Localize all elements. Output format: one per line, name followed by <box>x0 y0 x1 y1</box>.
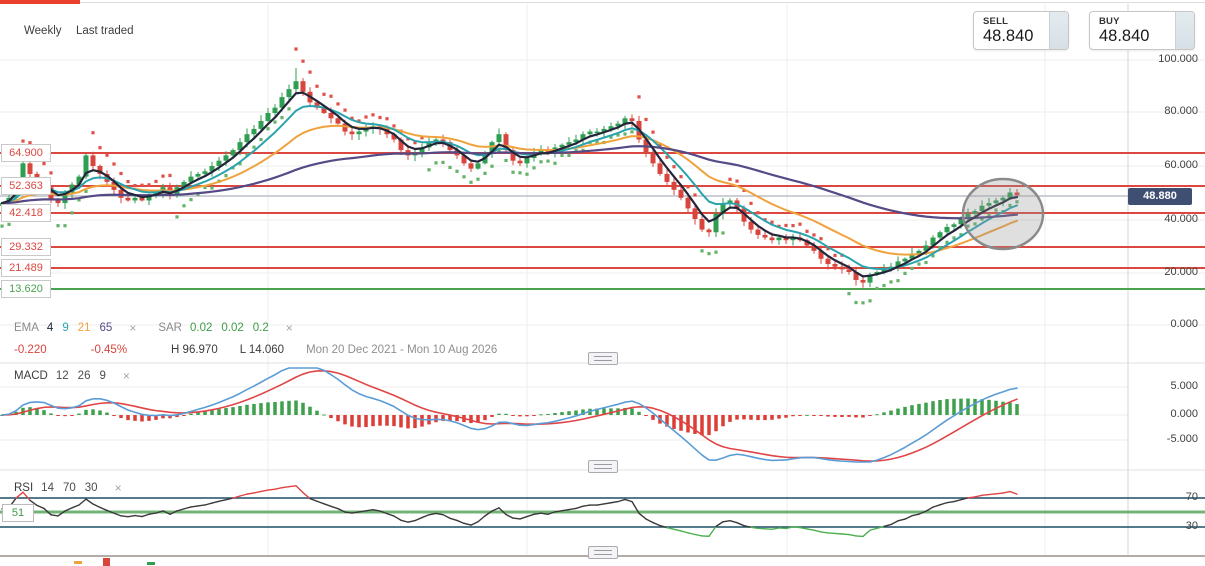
bottom-pane-mark <box>74 561 82 564</box>
sar-param-start: 0.02 <box>221 322 243 334</box>
sar-param-step: 0.02 <box>190 322 212 334</box>
sar-dots-group <box>0 47 1018 304</box>
ema21-line <box>2 126 1017 255</box>
sell-button[interactable]: SELL 48.840 <box>973 11 1069 50</box>
axis-tick-label: 5.000 <box>1128 380 1204 392</box>
current-price-badge: 48.880 <box>1128 188 1192 205</box>
macd-close-icon[interactable]: × <box>123 369 130 383</box>
macd-name: MACD <box>14 370 48 382</box>
price-level-label: 29.332 <box>1 238 51 256</box>
timeframe-selector[interactable]: Weekly <box>24 25 62 37</box>
buy-label: BUY <box>1099 16 1120 27</box>
sell-price: 48.840 <box>983 27 1033 46</box>
macd-slow-period: 26 <box>78 370 91 382</box>
rsi-upper-level: 70 <box>63 482 76 494</box>
macd-fast-period: 12 <box>56 370 69 382</box>
price-level-label: 64.900 <box>1 144 51 162</box>
price-level-label: 42.418 <box>1 204 51 222</box>
active-tab-accent-bar <box>0 0 80 4</box>
sar-name: SAR <box>158 322 182 334</box>
macd-signal-period: 9 <box>99 370 105 382</box>
axis-tick-label: 100.000 <box>1128 53 1204 65</box>
rsi-lower-level: 30 <box>85 482 98 494</box>
price-stats-row: -0.220 -0.45% H 96.970 L 14.060 Mon 20 D… <box>14 344 497 356</box>
panel-resize-handle[interactable] <box>588 352 618 365</box>
axis-tick-label: 30 <box>1128 520 1204 532</box>
high-value: H 96.970 <box>171 344 218 356</box>
macd-histogram-group <box>0 399 1019 436</box>
bottom-pane-mark <box>147 562 155 565</box>
panel-resize-handle[interactable] <box>588 546 618 559</box>
sell-button-edge <box>1049 12 1068 49</box>
axis-tick-label: 40.000 <box>1128 213 1204 225</box>
ema-period-65: 65 <box>100 322 113 334</box>
ema-name: EMA <box>14 322 39 334</box>
rsi-name: RSI <box>14 482 33 494</box>
ema-period-4: 4 <box>47 322 53 334</box>
rsi-mid-level-label: 51 <box>2 504 34 522</box>
ema65-line <box>2 146 1017 218</box>
rsi-close-icon[interactable]: × <box>115 481 122 495</box>
ema9-line <box>2 106 1017 269</box>
chart-canvas[interactable] <box>0 0 1205 566</box>
ema-period-21: 21 <box>78 322 91 334</box>
axis-tick-label: 20.000 <box>1128 266 1204 278</box>
annotation-circle <box>963 179 1043 249</box>
low-value: L 14.060 <box>240 344 284 356</box>
rsi-period: 14 <box>41 482 54 494</box>
date-range: Mon 20 Dec 2021 - Mon 10 Aug 2026 <box>306 344 497 356</box>
axis-tick-label: 0.000 <box>1128 318 1204 330</box>
price-mode-selector[interactable]: Last traded <box>76 25 134 37</box>
change-value: -0.220 <box>14 344 47 356</box>
ema-close-icon[interactable]: × <box>129 321 136 335</box>
top-divider <box>0 2 1205 3</box>
candles-group <box>0 68 1020 288</box>
buy-button[interactable]: BUY 48.840 <box>1089 11 1195 50</box>
axis-tick-label: 60.000 <box>1128 159 1204 171</box>
rsi-indicator-legend: RSI 14 70 30 × <box>14 481 122 495</box>
price-level-label: 13.620 <box>1 280 51 298</box>
macd-indicator-legend: MACD 12 26 9 × <box>14 369 130 383</box>
axis-tick-label: 70 <box>1128 491 1204 503</box>
ema-indicator-legend: EMA 4 9 21 65 × SAR 0.02 0.02 0.2 × <box>14 321 293 335</box>
buy-price: 48.840 <box>1099 27 1149 46</box>
axis-tick-label: 0.000 <box>1128 408 1204 420</box>
sar-param-max: 0.2 <box>253 322 269 334</box>
axis-tick-label: -5.000 <box>1128 433 1204 445</box>
ema-period-9: 9 <box>62 322 68 334</box>
price-level-label: 52.363 <box>1 177 51 195</box>
change-percent: -0.45% <box>91 344 127 356</box>
chart-window: Weekly Last traded SELL 48.840 BUY 48.84… <box>0 0 1205 566</box>
ema4-line <box>2 93 1017 277</box>
bottom-pane-mark <box>103 558 110 566</box>
sell-label: SELL <box>983 16 1008 27</box>
sar-close-icon[interactable]: × <box>286 321 293 335</box>
buy-button-edge <box>1175 12 1194 49</box>
price-level-label: 21.489 <box>1 259 51 277</box>
panel-resize-handle[interactable] <box>588 460 618 473</box>
axis-tick-label: 80.000 <box>1128 105 1204 117</box>
